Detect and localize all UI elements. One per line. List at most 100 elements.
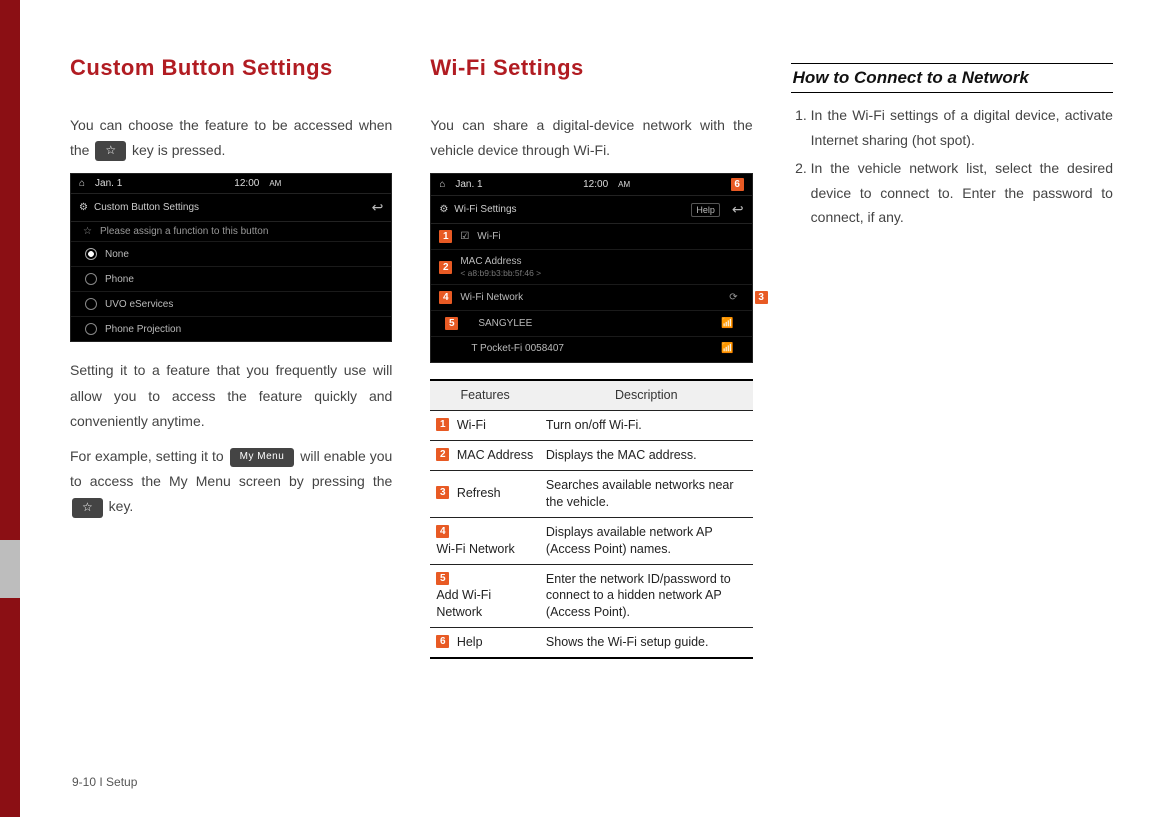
mac-row: 2 MAC Address < a8:b9:b3:bb:5f:46 > <box>431 250 751 285</box>
screenshot-custom-button: ⌂ Jan. 1 12:00 AM ⚙ Custom Button Settin… <box>70 173 392 342</box>
network-name: SANGYLEE <box>478 318 532 329</box>
para-example-c: key. <box>109 498 134 514</box>
screen-header: ⚙ Wi-Fi Settings Help ↩ <box>431 196 751 224</box>
intro-wifi: You can share a digital-device network w… <box>430 113 752 163</box>
feat-desc: Shows the Wi-Fi setup guide. <box>540 628 753 658</box>
screen-title: Custom Button Settings <box>94 202 199 213</box>
home-icon: ⌂ <box>439 179 445 190</box>
table-row: 1 Wi-Fi Turn on/off Wi-Fi. <box>430 411 752 441</box>
option-label: Phone Projection <box>105 324 181 335</box>
option-projection: Phone Projection <box>71 317 391 341</box>
network-name: T Pocket-Fi 0058407 <box>471 343 564 354</box>
table-row: 4 Wi-Fi Network Displays available netwo… <box>430 517 752 564</box>
star-icon: ☆ <box>83 226 92 237</box>
callout-3: 3 <box>755 291 768 304</box>
home-icon: ⌂ <box>79 178 85 189</box>
option-label: None <box>105 249 129 260</box>
gear-icon: ⚙ <box>439 204 448 215</box>
col-features: Features <box>430 380 540 410</box>
callout-4: 4 <box>439 291 452 304</box>
heading-wifi: Wi-Fi Settings <box>430 55 752 81</box>
option-label: Phone <box>105 274 134 285</box>
option-uvo: UVO eServices <box>71 292 391 317</box>
column-wifi-settings: Wi-Fi Settings You can share a digital-d… <box>430 55 752 659</box>
mac-value: < a8:b9:b3:bb:5f:46 > <box>460 268 541 278</box>
status-date: Jan. 1 <box>455 179 482 190</box>
status-ampm: AM <box>269 179 281 188</box>
checkbox-icon: ☑ <box>460 231 469 242</box>
radio-icon <box>85 298 97 310</box>
step-1: In the Wi-Fi settings of a digital devic… <box>811 103 1113 152</box>
gear-icon: ⚙ <box>79 202 88 213</box>
table-row: 6 Help Shows the Wi-Fi setup guide. <box>430 628 752 658</box>
feat-desc: Searches available networks near the veh… <box>540 471 753 518</box>
network-item-1: 5 SANGYLEE 📶 <box>431 311 751 337</box>
heading-custom-button: Custom Button Settings <box>70 55 392 81</box>
back-icon: ↩ <box>372 199 384 216</box>
howto-steps: In the Wi-Fi settings of a digital devic… <box>791 103 1113 230</box>
col-description: Description <box>540 380 753 410</box>
wifi-toggle-row: 1 ☑ Wi-Fi <box>431 224 751 250</box>
feat-name: Refresh <box>457 485 501 502</box>
para-example: For example, setting it to My Menu will … <box>70 444 392 520</box>
callout-4: 4 <box>436 525 449 538</box>
heading-howto: How to Connect to a Network <box>791 63 1113 93</box>
page-content: Custom Button Settings You can choose th… <box>70 55 1113 659</box>
star-key-icon <box>72 498 103 518</box>
status-time: 12:00 <box>583 179 608 190</box>
screen-title: Wi-Fi Settings <box>454 204 516 215</box>
option-none: None <box>71 242 391 267</box>
radio-icon <box>85 323 97 335</box>
feat-desc: Turn on/off Wi-Fi. <box>540 411 753 441</box>
callout-1: 1 <box>436 418 449 431</box>
callout-5: 5 <box>445 317 458 330</box>
status-time: 12:00 <box>234 178 259 189</box>
step-2: In the vehicle network list, select the … <box>811 156 1113 230</box>
intro-text-b: key is pressed. <box>132 142 225 158</box>
statusbar: ⌂ Jan. 1 12:00 AM 6 <box>431 174 751 196</box>
assign-hint-row: ☆ Please assign a function to this butto… <box>71 222 391 242</box>
back-icon: ↩ <box>732 201 744 218</box>
feat-name: Help <box>457 634 483 651</box>
feat-name: MAC Address <box>457 447 533 464</box>
feat-name: Add Wi-Fi Network <box>436 587 534 621</box>
page-footer: 9-10 I Setup <box>72 775 137 789</box>
callout-5: 5 <box>436 572 449 585</box>
radio-icon <box>85 273 97 285</box>
help-button: Help <box>691 203 720 217</box>
wifi-label: Wi-Fi <box>477 231 500 242</box>
callout-1: 1 <box>439 230 452 243</box>
wifi-network-row: 4 Wi-Fi Network ⟳ 3 <box>431 285 751 311</box>
features-table: Features Description 1 Wi-Fi Turn on/off… <box>430 379 752 659</box>
intro-custom-button: You can choose the feature to be accesse… <box>70 113 392 163</box>
option-phone: Phone <box>71 267 391 292</box>
assign-hint: Please assign a function to this button <box>100 226 268 237</box>
callout-6: 6 <box>436 635 449 648</box>
callout-6: 6 <box>731 178 744 191</box>
screenshot-wifi: ⌂ Jan. 1 12:00 AM 6 ⚙ Wi-Fi Settings Hel… <box>430 173 752 363</box>
network-item-2: T Pocket-Fi 0058407 📶 <box>431 337 751 360</box>
mac-block: MAC Address < a8:b9:b3:bb:5f:46 > <box>460 256 541 278</box>
table-row: 2 MAC Address Displays the MAC address. <box>430 441 752 471</box>
feat-desc: Displays the MAC address. <box>540 441 753 471</box>
wifi-signal-icon: 📶 <box>721 343 733 354</box>
wifi-network-label: Wi-Fi Network <box>460 292 523 303</box>
status-ampm: AM <box>618 180 630 189</box>
option-label: UVO eServices <box>105 299 173 310</box>
red-sidebar <box>0 0 20 817</box>
statusbar: ⌂ Jan. 1 12:00 AM <box>71 174 391 194</box>
status-date: Jan. 1 <box>95 178 122 189</box>
feat-desc: Enter the network ID/password to connect… <box>540 564 753 628</box>
radio-icon <box>85 248 97 260</box>
column-custom-button: Custom Button Settings You can choose th… <box>70 55 392 659</box>
mymenu-key-chip: My Menu <box>230 448 295 467</box>
feat-name: Wi-Fi Network <box>436 541 514 558</box>
star-key-icon <box>95 141 126 161</box>
feat-name: Wi-Fi <box>457 417 486 434</box>
refresh-icon: ⟳ <box>729 292 737 303</box>
column-howto: How to Connect to a Network In the Wi-Fi… <box>791 55 1113 659</box>
table-row: 3 Refresh Searches available networks ne… <box>430 471 752 518</box>
feat-desc: Displays available network AP (Access Po… <box>540 517 753 564</box>
para-example-a: For example, setting it to <box>70 448 228 464</box>
para-frequent: Setting it to a feature that you frequen… <box>70 358 392 434</box>
